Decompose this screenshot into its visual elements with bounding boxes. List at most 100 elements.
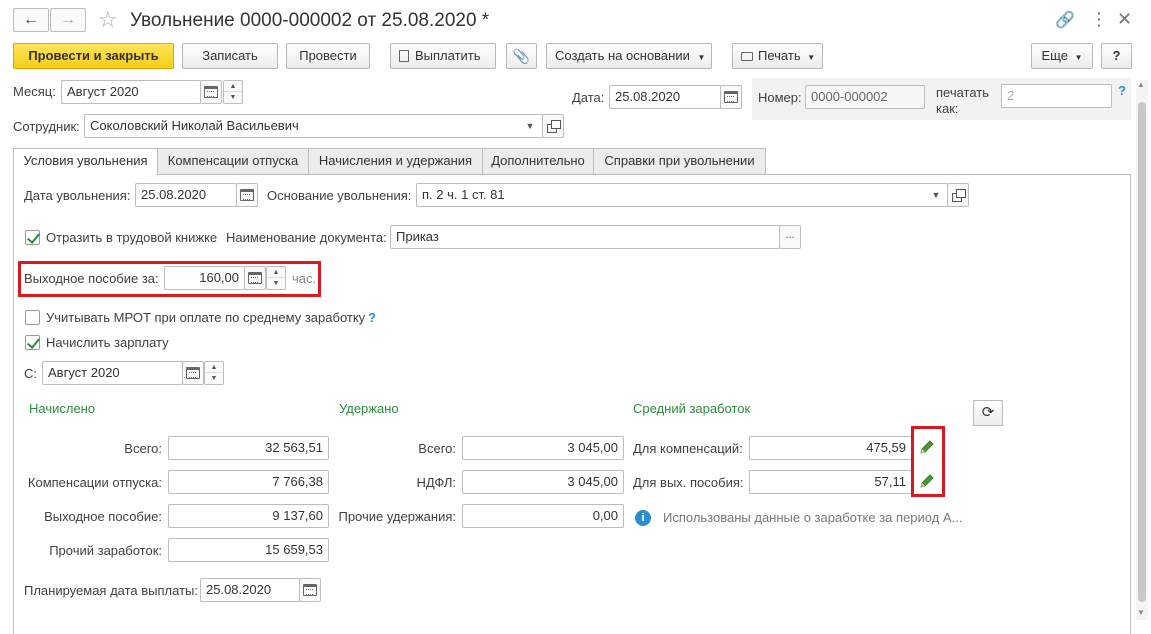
print-as-help[interactable]: ? <box>1118 83 1126 99</box>
mrot-help[interactable]: ? <box>368 310 376 326</box>
favorite-star-icon[interactable]: ☆ <box>98 6 118 34</box>
spin-down-icon[interactable]: ▼ <box>205 373 223 384</box>
mrot-checkbox-label[interactable]: Учитывать МРОТ при оплате по среднему за… <box>46 310 365 326</box>
arrow-right-icon: → <box>60 11 76 28</box>
accrued-other-label: Прочий заработок: <box>49 543 162 558</box>
dismissal-date-field[interactable]: 25.08.2020 <box>135 183 237 207</box>
spin-up-icon[interactable]: ▲ <box>224 81 242 92</box>
edit-comp-pencil-icon[interactable] <box>919 439 935 455</box>
pay-button[interactable]: Выплатить <box>390 43 496 69</box>
severance-label: Выходное пособие за: <box>24 271 159 286</box>
withheld-ndfl-label: НДФЛ: <box>416 475 456 490</box>
spin-up-icon[interactable]: ▲ <box>205 362 223 373</box>
accrued-vacation-field[interactable]: 7 766,38 <box>168 470 329 494</box>
withheld-ndfl-field[interactable]: 3 045,00 <box>462 470 624 494</box>
withheld-total-label: Всего: <box>418 441 456 456</box>
workbook-checkbox-label[interactable]: Отразить в трудовой книжке <box>46 230 217 246</box>
payment-date-calendar-button[interactable] <box>299 578 321 602</box>
pay-label: Выплатить <box>415 48 481 63</box>
severance-unit: час. <box>292 271 317 286</box>
doc-name-select-button[interactable]: ... <box>779 225 801 249</box>
scroll-down-icon[interactable]: ▼ <box>1137 608 1145 617</box>
back-button[interactable]: ← <box>13 8 49 32</box>
average-info-link[interactable]: Использованы данные о заработке за перио… <box>663 510 962 526</box>
post-and-close-button[interactable]: Провести и закрыть <box>13 43 174 69</box>
more-menu-icon[interactable]: ⋮ <box>1090 8 1108 30</box>
mrot-checkbox[interactable] <box>25 310 40 325</box>
help-button[interactable]: ? <box>1101 43 1132 69</box>
calculate-salary-label[interactable]: Начислить зарплату <box>46 335 169 351</box>
post-button[interactable]: Провести <box>286 43 370 69</box>
calendar-icon <box>204 86 218 98</box>
date-calendar-button[interactable] <box>720 85 742 109</box>
withheld-total-field[interactable]: 3 045,00 <box>462 436 624 460</box>
calculator-icon <box>248 272 262 284</box>
basis-open-button[interactable] <box>947 183 969 207</box>
dismissal-date-calendar-button[interactable] <box>236 183 258 207</box>
severance-spinner[interactable]: ▲ ▼ <box>266 266 286 290</box>
workbook-checkbox[interactable] <box>25 230 40 245</box>
date-field[interactable]: 25.08.2020 <box>609 85 721 109</box>
severance-hours-field[interactable]: 160,00 <box>164 266 245 290</box>
average-sev-field[interactable]: 57,11 <box>749 470 912 494</box>
create-based-on-button[interactable]: Создать на основании ▼ <box>546 43 712 69</box>
employee-open-button[interactable] <box>542 114 564 138</box>
more-button[interactable]: Еще ▼ <box>1031 43 1093 69</box>
doc-name-label: Наименование документа: <box>226 230 387 245</box>
attach-button[interactable]: 📎 <box>506 43 537 69</box>
severance-calc-button[interactable] <box>244 266 266 290</box>
window-title: Увольнение 0000-000002 от 25.08.2020 * <box>130 10 490 31</box>
print-as-label-1: печатать <box>936 85 990 100</box>
more-label: Еще <box>1041 48 1068 63</box>
scrollbar-thumb[interactable] <box>1138 102 1146 602</box>
scrollbar[interactable]: ▲ ▼ <box>1136 80 1148 620</box>
spin-down-icon[interactable]: ▼ <box>224 92 242 103</box>
number-field[interactable]: 0000-000002 <box>805 85 925 109</box>
employee-dropdown-icon[interactable]: ▼ <box>520 115 540 137</box>
calculate-salary-checkbox[interactable] <box>25 335 40 350</box>
print-as-field[interactable]: 2 <box>1001 84 1112 108</box>
save-button[interactable]: Записать <box>182 43 278 69</box>
print-label: Печать <box>758 48 801 63</box>
tab-additional[interactable]: Дополнительно <box>482 148 594 174</box>
month-calendar-button[interactable] <box>200 80 222 104</box>
accrued-total-field[interactable]: 32 563,51 <box>168 436 329 460</box>
tab-vacation-compensation[interactable]: Компенсации отпуска <box>157 148 309 174</box>
average-comp-field[interactable]: 475,59 <box>749 436 912 460</box>
close-icon[interactable]: ✕ <box>1117 8 1132 30</box>
average-comp-label: Для компенсаций: <box>633 441 743 456</box>
month-field[interactable]: Август 2020 <box>61 80 201 104</box>
employee-field[interactable]: Соколовский Николай Васильевич <box>84 114 544 138</box>
dropdown-arrow-icon: ▼ <box>807 53 816 62</box>
basis-dropdown-icon[interactable]: ▼ <box>926 184 946 206</box>
print-as-label-2: как: <box>936 101 959 116</box>
refresh-button[interactable]: ⟳ <box>973 400 1003 426</box>
doc-name-field[interactable]: Приказ <box>390 225 780 249</box>
calendar-icon <box>186 367 200 379</box>
forward-button[interactable]: → <box>50 8 86 32</box>
basis-field[interactable]: п. 2 ч. 1 ст. 81 <box>416 183 948 207</box>
date-label: Дата: <box>572 90 605 105</box>
average-sev-label: Для вых. пособия: <box>633 475 744 490</box>
scroll-up-icon[interactable]: ▲ <box>1137 80 1145 89</box>
edit-sev-pencil-icon[interactable] <box>919 473 935 489</box>
from-month-field[interactable]: Август 2020 <box>42 361 183 385</box>
from-label: С: <box>24 366 37 381</box>
spin-up-icon[interactable]: ▲ <box>267 267 285 278</box>
calendar-icon <box>724 91 738 103</box>
tab-dismissal-conditions[interactable]: Условия увольнения <box>13 148 158 175</box>
spin-down-icon[interactable]: ▼ <box>267 278 285 289</box>
withheld-other-field[interactable]: 0,00 <box>462 504 624 528</box>
print-button[interactable]: Печать ▼ <box>732 43 823 69</box>
from-calendar-button[interactable] <box>182 361 204 385</box>
payment-date-field[interactable]: 25.08.2020 <box>200 578 300 602</box>
accrued-severance-field[interactable]: 9 137,60 <box>168 504 329 528</box>
accrued-other-field[interactable]: 15 659,53 <box>168 538 329 562</box>
tab-accruals-deductions[interactable]: Начисления и удержания <box>308 148 483 174</box>
link-icon[interactable]: 🔗 <box>1055 10 1075 30</box>
title-bar: ← → ☆ Увольнение 0000-000002 от 25.08.20… <box>0 0 1151 42</box>
from-spinner[interactable]: ▲ ▼ <box>204 361 224 385</box>
month-spinner[interactable]: ▲ ▼ <box>223 80 243 104</box>
tab-certificates[interactable]: Справки при увольнении <box>593 148 766 174</box>
printer-icon <box>741 52 753 61</box>
